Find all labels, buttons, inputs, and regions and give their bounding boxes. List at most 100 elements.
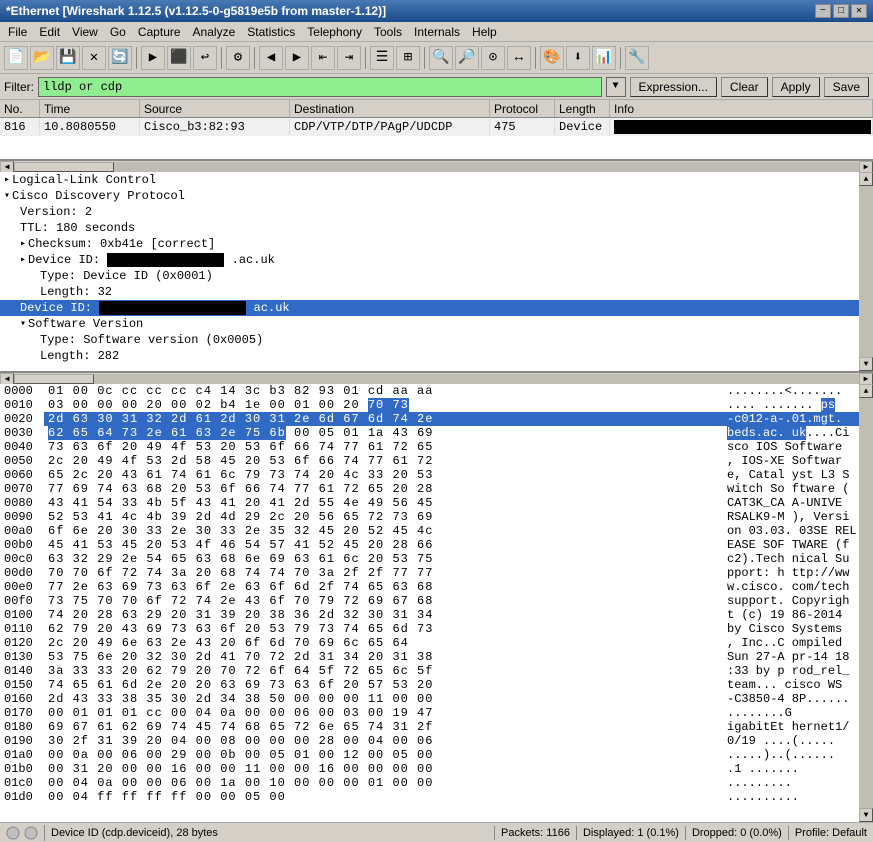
hex-row-0110[interactable]: 0110 62 79 20 43 69 73 63 6f 20 53 79 73… (0, 622, 873, 636)
pt-hscroll-left[interactable]: ◀ (0, 373, 14, 385)
hex-row-00e0[interactable]: 00e0 77 2e 63 69 73 63 6f 2e 63 6f 6d 2f… (0, 580, 873, 594)
hex-row-0150[interactable]: 0150 74 65 61 6d 2e 20 20 63 69 73 63 6f… (0, 678, 873, 692)
tree-row-ttl[interactable]: TTL: 180 seconds (0, 220, 873, 236)
hex-dump-vscroll[interactable]: ▲ ▼ (859, 384, 873, 822)
scroll-back[interactable]: ◀ (259, 46, 283, 70)
tree-row-devid-type[interactable]: Type: Device ID (0x0001) (0, 268, 873, 284)
col-header-len[interactable]: Length (555, 100, 610, 117)
menu-statistics[interactable]: Statistics (241, 24, 301, 39)
tree-row-softver-type[interactable]: Type: Software version (0x0005) (0, 332, 873, 348)
hex-vscroll-down[interactable]: ▼ (859, 808, 873, 822)
zoom-in[interactable]: 🔍 (429, 46, 453, 70)
hex-row-0030[interactable]: 0030 62 65 64 73 2e 61 63 2e 75 6b 00 05… (0, 426, 873, 440)
pt-hscroll-track[interactable] (14, 374, 859, 384)
tree-toggle-llc[interactable]: ▸ (4, 174, 10, 186)
proto-tree-hscroll[interactable]: ◀ ▶ (0, 372, 873, 384)
col-header-info[interactable]: Info (610, 100, 873, 117)
hex-row-00b0[interactable]: 00b0 45 41 53 45 20 53 4f 46 54 57 41 52… (0, 538, 873, 552)
col-header-proto[interactable]: Protocol (490, 100, 555, 117)
tree-row-devid-val[interactable]: Device ID: ac.uk (0, 300, 873, 316)
hex-row-0080[interactable]: 0080 43 41 54 33 4b 5f 43 41 20 41 2d 55… (0, 496, 873, 510)
expression-button[interactable]: Expression... (630, 77, 717, 97)
hex-vscroll-up[interactable]: ▲ (859, 384, 873, 398)
scroll-fwd[interactable]: ▶ (285, 46, 309, 70)
hex-row-0050[interactable]: 0050 2c 20 49 4f 53 2d 58 45 20 53 6f 66… (0, 454, 873, 468)
filter-toolbar[interactable]: 🔧 (625, 46, 649, 70)
tree-row-llc[interactable]: ▸ Logical-Link Control (0, 172, 873, 188)
tree-toggle-checksum[interactable]: ▸ (20, 238, 26, 250)
hex-row-00a0[interactable]: 00a0 6f 6e 20 30 33 2e 30 33 2e 35 32 45… (0, 524, 873, 538)
close-button[interactable]: ✕ (851, 4, 867, 18)
menu-tools[interactable]: Tools (368, 24, 408, 39)
tree-row-version[interactable]: Version: 2 (0, 204, 873, 220)
menu-telephony[interactable]: Telephony (301, 24, 368, 39)
col-header-source[interactable]: Source (140, 100, 290, 117)
hex-row-00d0[interactable]: 00d0 70 70 6f 72 74 3a 20 68 74 74 70 3a… (0, 566, 873, 580)
tree-row-devid[interactable]: ▸ Device ID: .ac.uk (0, 252, 873, 268)
proto-tree-vscroll[interactable]: ▲ ▼ (859, 172, 873, 371)
go-last[interactable]: ⇥ (337, 46, 361, 70)
hex-row-0160[interactable]: 0160 2d 43 33 38 35 30 2d 34 38 50 00 00… (0, 692, 873, 706)
open-button[interactable]: 📂 (30, 46, 54, 70)
capture-restart[interactable]: ↩ (193, 46, 217, 70)
new-button[interactable]: 📄 (4, 46, 28, 70)
zoom-fit[interactable]: ↔ (507, 46, 531, 70)
auto-scroll[interactable]: ⬇ (566, 46, 590, 70)
table-row[interactable]: 816 10.8080550 Cisco_b3:82:93 CDP/VTP/DT… (0, 118, 873, 136)
hscroll-track[interactable] (14, 162, 859, 172)
close-button2[interactable]: ✕ (82, 46, 106, 70)
clear-button[interactable]: Clear (721, 77, 768, 97)
colorize-button[interactable]: 🎨 (540, 46, 564, 70)
hex-row-0140[interactable]: 0140 3a 33 33 20 62 79 20 70 72 6f 64 5f… (0, 664, 873, 678)
hex-row-0100[interactable]: 0100 74 20 28 63 29 20 31 39 20 38 36 2d… (0, 608, 873, 622)
filter-dropdown[interactable]: ▼ (606, 77, 626, 97)
tree-row-softver-len[interactable]: Length: 282 (0, 348, 873, 364)
menu-view[interactable]: View (66, 24, 104, 39)
hex-row-0180[interactable]: 0180 69 67 61 62 69 74 45 74 68 65 72 6e… (0, 720, 873, 734)
hex-row-0040[interactable]: 0040 73 63 6f 20 49 4f 53 20 53 6f 66 74… (0, 440, 873, 454)
hex-row-0070[interactable]: 0070 77 69 74 63 68 20 53 6f 66 74 77 61… (0, 482, 873, 496)
vscroll-down[interactable]: ▼ (859, 357, 873, 371)
tree-row-checksum[interactable]: ▸ Checksum: 0xb41e [correct] (0, 236, 873, 252)
view-pane1[interactable]: ☰ (370, 46, 394, 70)
tree-row-softver[interactable]: ▾ Software Version (0, 316, 873, 332)
hex-row-0170[interactable]: 0170 00 01 01 01 cc 00 04 0a 00 00 06 00… (0, 706, 873, 720)
col-header-no[interactable]: No. (0, 100, 40, 117)
hex-row-01c0[interactable]: 01c0 00 04 0a 00 00 06 00 1a 00 10 00 00… (0, 776, 873, 790)
hex-row-0020[interactable]: 0020 2d 63 30 31 32 2d 61 2d 30 31 2e 6d… (0, 412, 873, 426)
packet-list-hscroll[interactable]: ◀ ▶ (0, 160, 873, 172)
maximize-button[interactable]: □ (833, 4, 849, 18)
vscroll-up[interactable]: ▲ (859, 172, 873, 186)
save-filter-button[interactable]: Save (824, 77, 869, 97)
capture-options[interactable]: ⚙ (226, 46, 250, 70)
menu-help[interactable]: Help (466, 24, 503, 39)
menu-edit[interactable]: Edit (33, 24, 66, 39)
hex-row-0060[interactable]: 0060 65 2c 20 43 61 74 61 6c 79 73 74 20… (0, 468, 873, 482)
apply-button[interactable]: Apply (772, 77, 820, 97)
tree-toggle-softver[interactable]: ▾ (20, 318, 26, 330)
hscroll-right[interactable]: ▶ (859, 161, 873, 173)
capture-stop[interactable]: ⬛ (167, 46, 191, 70)
col-prefs[interactable]: 📊 (592, 46, 616, 70)
hex-row-0090[interactable]: 0090 52 53 41 4c 4b 39 2d 4d 29 2c 20 56… (0, 510, 873, 524)
menu-file[interactable]: File (2, 24, 33, 39)
hex-row-00f0[interactable]: 00f0 73 75 70 70 6f 72 74 2e 43 6f 70 79… (0, 594, 873, 608)
filter-input[interactable] (38, 77, 602, 97)
tree-row-devid-len[interactable]: Length: 32 (0, 284, 873, 300)
hex-row-01a0[interactable]: 01a0 00 0a 00 06 00 29 00 0b 00 05 01 00… (0, 748, 873, 762)
capture-start[interactable]: ▶ (141, 46, 165, 70)
hex-row-01b0[interactable]: 01b0 00 31 20 00 00 16 00 00 11 00 00 16… (0, 762, 873, 776)
tree-row-cdp[interactable]: ▾ Cisco Discovery Protocol (0, 188, 873, 204)
hex-row-00c0[interactable]: 00c0 63 32 29 2e 54 65 63 68 6e 69 63 61… (0, 552, 873, 566)
hscroll-left[interactable]: ◀ (0, 161, 14, 173)
view-pane2[interactable]: ⊞ (396, 46, 420, 70)
hex-row-0010[interactable]: 0010 03 00 00 00 20 00 02 b4 1e 00 01 00… (0, 398, 873, 412)
reload-button[interactable]: 🔄 (108, 46, 132, 70)
col-header-dest[interactable]: Destination (290, 100, 490, 117)
col-header-time[interactable]: Time (40, 100, 140, 117)
zoom-out[interactable]: 🔎 (455, 46, 479, 70)
zoom-norm[interactable]: ⊙ (481, 46, 505, 70)
minimize-button[interactable]: − (815, 4, 831, 18)
menu-go[interactable]: Go (104, 24, 132, 39)
hex-row-01d0[interactable]: 01d0 00 04 ff ff ff ff 00 00 05 00 .....… (0, 790, 873, 804)
